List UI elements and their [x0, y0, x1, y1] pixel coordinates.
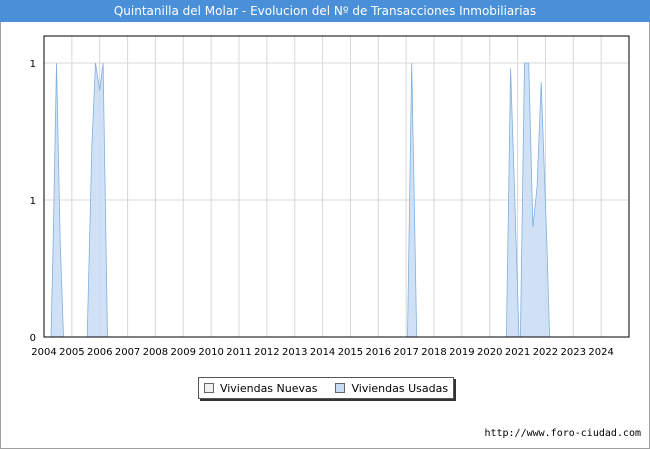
x-tick-label: 2004 [31, 347, 56, 358]
x-tick-label: 2008 [143, 347, 168, 358]
x-tick-label: 2024 [588, 347, 613, 358]
x-tick-label: 2006 [87, 347, 112, 358]
x-tick-label: 2019 [449, 347, 474, 358]
x-tick-label: 2017 [393, 347, 418, 358]
y-tick-label: 0 [30, 333, 36, 344]
x-tick-label: 2010 [198, 347, 223, 358]
y-tick-label: 1 [30, 196, 36, 207]
legend-label-usadas: Viviendas Usadas [351, 381, 449, 395]
x-tick-label: 2020 [477, 347, 502, 358]
x-tick-label: 2018 [421, 347, 446, 358]
legend-label-nuevas: Viviendas Nuevas [219, 381, 318, 395]
x-tick-label: 2012 [254, 347, 279, 358]
footer-url[interactable]: http://www.foro-ciudad.com [484, 428, 641, 439]
x-tick-label: 2016 [366, 347, 391, 358]
x-tick-label: 2021 [505, 347, 530, 358]
legend: Viviendas Nuevas Viviendas Usadas [198, 377, 454, 399]
x-tick-label: 2009 [171, 347, 196, 358]
x-tick-label: 2013 [282, 347, 307, 358]
x-tick-label: 2014 [310, 347, 335, 358]
legend-item-usadas: Viviendas Usadas [335, 382, 448, 395]
y-tick-label: 1 [30, 59, 36, 70]
x-tick-label: 2023 [561, 347, 586, 358]
x-tick-label: 2011 [226, 347, 251, 358]
legend-item-nuevas: Viviendas Nuevas [203, 381, 318, 395]
legend-swatch-nuevas [203, 383, 214, 393]
x-tick-label: 2007 [115, 347, 140, 358]
x-tick-label: 2022 [533, 347, 558, 358]
x-tick-label: 2015 [338, 347, 363, 358]
x-tick-label: 2005 [59, 347, 84, 358]
legend-swatch-usadas [335, 383, 346, 393]
